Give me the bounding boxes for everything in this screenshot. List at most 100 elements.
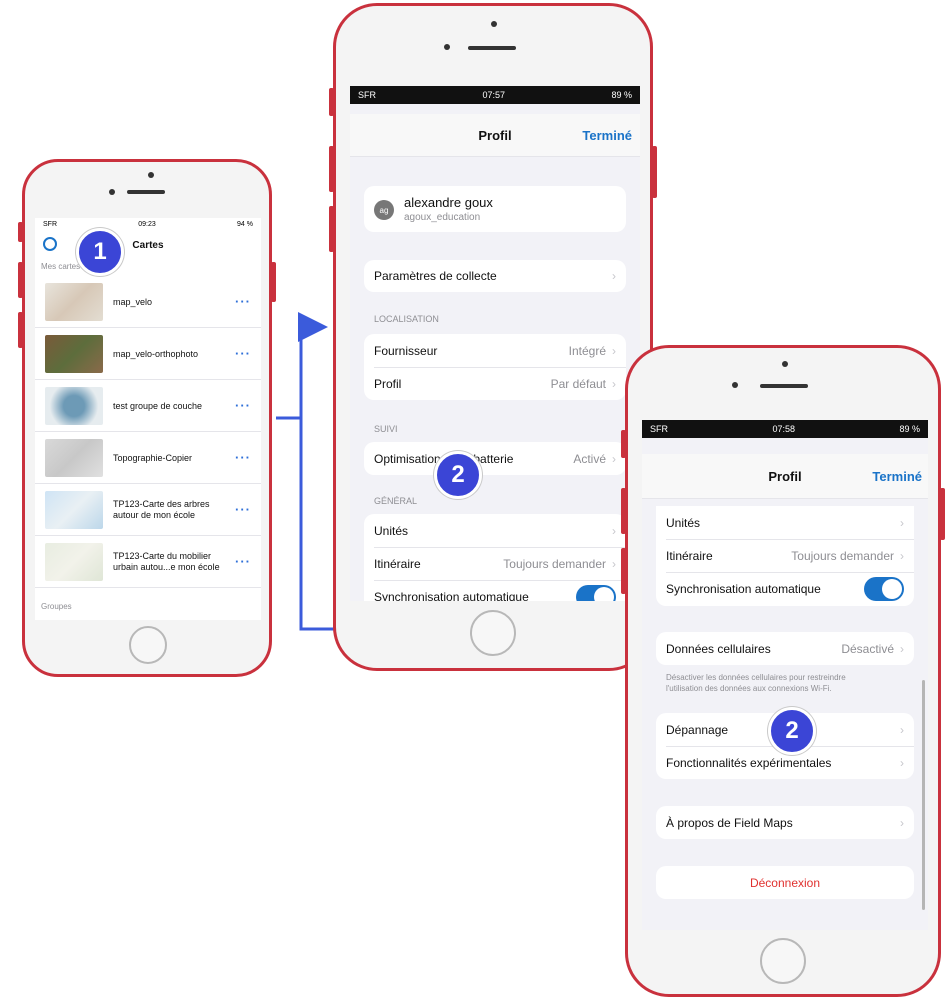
row-label: Données cellulaires <box>666 641 771 656</box>
clock-label: 07:57 <box>482 90 505 100</box>
logout-label: Déconnexion <box>749 875 821 890</box>
status-bar: SFR 07:57 89 % <box>350 86 640 104</box>
home-button[interactable] <box>470 610 516 656</box>
side-button <box>652 146 657 198</box>
row-value: Activé <box>573 451 606 466</box>
sheet-title: Profil <box>478 127 512 143</box>
more-icon[interactable]: ··· <box>235 554 251 569</box>
cellular-note: Désactiver les données cellulaires pour … <box>666 673 846 693</box>
maps-screen: SFR 09:23 94 % Cartes Mes cartes map_vel… <box>35 218 261 620</box>
battery-row[interactable]: Optimisation de la batterie Activé› <box>364 442 626 475</box>
status-bar: SFR 07:58 89 % <box>642 420 928 438</box>
orthophoto-thumb-icon <box>45 334 103 373</box>
scrollbar[interactable] <box>922 680 925 910</box>
sync-toggle[interactable] <box>864 576 904 601</box>
world-thumb-icon <box>45 438 103 477</box>
row-label: Unités <box>666 515 701 530</box>
provider-row[interactable]: Fournisseur Intégré › <box>364 334 626 367</box>
phone-profile: SFR 07:57 89 % Profil Terminé ag alexand… <box>329 3 657 671</box>
more-icon[interactable]: ··· <box>235 450 251 465</box>
home-button[interactable] <box>129 626 167 664</box>
route-row[interactable]: Itinéraire Toujours demander › <box>656 539 914 572</box>
units-row[interactable]: Unités › <box>364 514 626 547</box>
section-header-tracking: SUIVI <box>374 424 398 434</box>
account-icon[interactable] <box>43 237 57 251</box>
avatar: ag <box>374 200 394 220</box>
chevron-right-icon: › <box>612 451 616 466</box>
chevron-right-icon: › <box>612 269 616 283</box>
chevron-right-icon: › <box>900 641 904 656</box>
logout-button[interactable]: Déconnexion <box>656 866 914 899</box>
more-icon[interactable]: ··· <box>235 398 251 413</box>
sheet-header: Profil Terminé <box>350 114 640 157</box>
more-icon[interactable]: ··· <box>235 502 251 517</box>
section-header-location: LOCALISATION <box>374 314 439 324</box>
camera-icon <box>782 361 788 367</box>
row-label: Fonctionnalités expérimentales <box>666 755 832 770</box>
side-button <box>18 312 23 348</box>
cellular-row[interactable]: Données cellulaires Désactivé › <box>656 632 914 665</box>
sensor-icon <box>444 44 450 50</box>
furniture-map-thumb-icon <box>45 542 103 581</box>
map-item[interactable]: Topographie-Copier ··· <box>35 432 261 484</box>
settings-screen: SFR 07:58 89 % Profil Terminé Unités › I… <box>642 420 928 930</box>
side-button <box>271 262 276 302</box>
carrier-label: SFR <box>358 90 376 100</box>
side-button <box>621 488 626 534</box>
home-button[interactable] <box>760 938 806 984</box>
done-button[interactable]: Terminé <box>582 128 632 143</box>
more-icon[interactable]: ··· <box>235 346 251 361</box>
profile-row[interactable]: Profil Par défaut › <box>364 367 626 400</box>
nav-bar: Cartes <box>35 230 261 260</box>
user-card[interactable]: ag alexandre goux agoux_education <box>364 186 626 232</box>
sync-row[interactable]: Synchronisation automatique <box>364 580 626 601</box>
general-group: Unités › Itinéraire Toujours demander › S… <box>656 506 914 606</box>
row-label: Itinéraire <box>374 556 421 571</box>
sensor-icon <box>109 189 115 195</box>
phone-settings: SFR 07:58 89 % Profil Terminé Unités › I… <box>621 345 945 997</box>
chevron-right-icon: › <box>900 722 904 737</box>
row-label: Dépannage <box>666 722 729 737</box>
collect-settings-row[interactable]: Paramètres de collecte › <box>364 260 626 292</box>
chevron-right-icon: › <box>900 815 904 830</box>
row-value: Toujours demander <box>791 548 894 563</box>
step-badge: 1 <box>76 228 124 276</box>
row-value: Désactivé <box>841 641 894 656</box>
done-button[interactable]: Terminé <box>872 469 922 484</box>
speaker-grille <box>468 46 516 50</box>
units-row[interactable]: Unités › <box>656 506 914 539</box>
map-item[interactable]: test groupe de couche ··· <box>35 380 261 432</box>
map-item[interactable]: TP123-Carte des arbres autour de mon éco… <box>35 484 261 536</box>
map-name: test groupe de couche <box>113 400 203 411</box>
about-row[interactable]: À propos de Field Maps › <box>656 806 914 839</box>
side-button <box>329 88 334 116</box>
row-label: Itinéraire <box>666 548 713 563</box>
map-name-line: urbain autou...e mon école <box>113 561 220 572</box>
more-icon[interactable]: ··· <box>235 294 251 309</box>
sheet-header: Profil Terminé <box>642 454 928 499</box>
side-button <box>18 222 23 242</box>
user-handle: agoux_education <box>404 212 481 223</box>
arrow-to-profile <box>276 312 328 420</box>
map-item[interactable]: map_velo ··· <box>35 276 261 328</box>
sheet-title: Profil <box>768 468 802 484</box>
section-header-groups: Groupes <box>41 602 72 611</box>
sync-toggle[interactable] <box>576 584 616 601</box>
sync-row[interactable]: Synchronisation automatique <box>656 572 914 605</box>
map-item[interactable]: TP123-Carte du mobilier urbain autou...e… <box>35 536 261 588</box>
layer-group-thumb-icon <box>45 386 103 425</box>
row-label: Synchronisation automatique <box>666 581 821 596</box>
general-group: Unités › Itinéraire Toujours demander › S… <box>364 514 626 601</box>
carrier-label: SFR <box>43 220 57 228</box>
row-label: Paramètres de collecte <box>374 269 497 283</box>
chevron-right-icon: › <box>612 376 616 391</box>
route-row[interactable]: Itinéraire Toujours demander › <box>364 547 626 580</box>
map-name-line: TP123-Carte des arbres <box>113 498 210 509</box>
row-label: Synchronisation automatique <box>374 589 529 602</box>
map-item[interactable]: map_velo-orthophoto ··· <box>35 328 261 380</box>
row-label: Unités <box>374 523 409 538</box>
chevron-right-icon: › <box>900 755 904 770</box>
phone-maps-list: SFR 09:23 94 % Cartes Mes cartes map_vel… <box>18 159 276 677</box>
speaker-grille <box>760 384 808 388</box>
battery-label: 89 % <box>611 90 632 100</box>
